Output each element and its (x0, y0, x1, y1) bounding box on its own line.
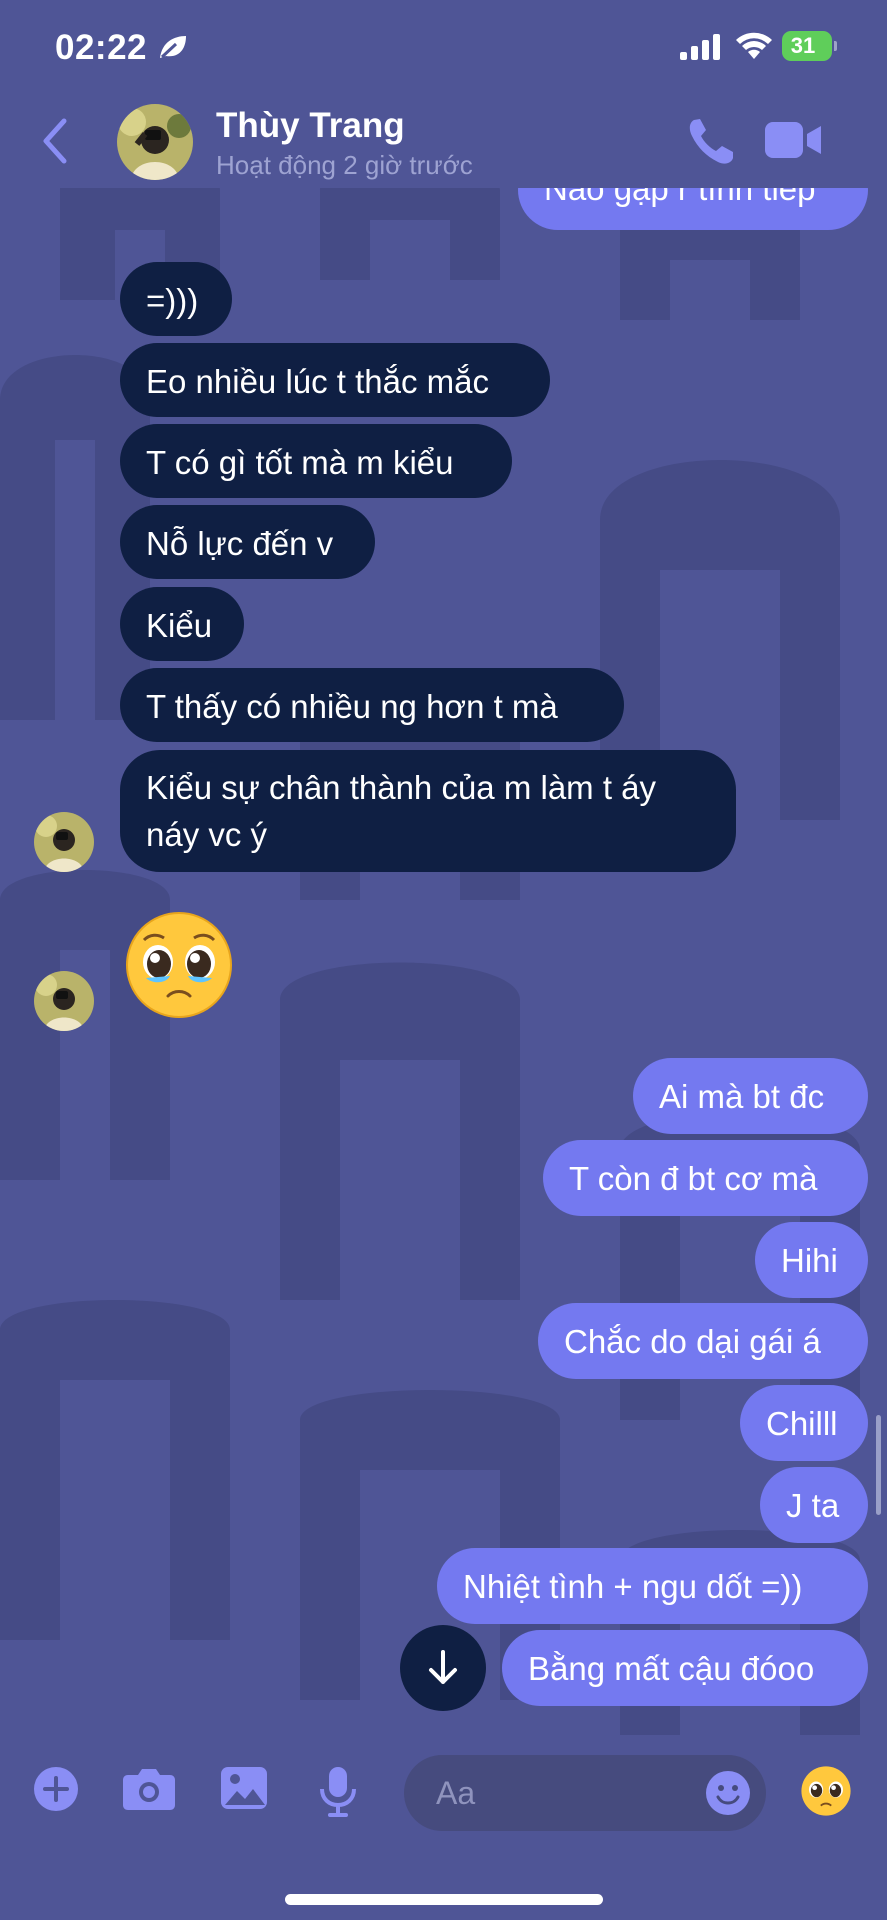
status-bar: 02:22 31 (0, 0, 887, 96)
video-camera-icon[interactable] (765, 120, 823, 160)
image-icon[interactable] (219, 1765, 269, 1811)
arrow-down-icon (429, 1650, 457, 1684)
signal-icon (680, 34, 720, 60)
incoming-message[interactable]: Nỗ lực đến v (120, 505, 375, 579)
scrollbar-thumb[interactable] (876, 1415, 881, 1515)
message-text-line-1: Kiểu sự chân thành của m làm t áy (146, 769, 657, 806)
outgoing-message[interactable]: Chilll (740, 1385, 868, 1461)
incoming-message[interactable]: T thấy có nhiều ng hơn t mà (120, 668, 624, 742)
message-text: Kiểu (146, 607, 213, 644)
wifi-icon (736, 32, 772, 59)
outgoing-message[interactable]: Ai mà bt đc (633, 1058, 868, 1134)
message-text-line-2: náy vc ý (146, 816, 268, 853)
pleading-face-emoji[interactable] (800, 1765, 852, 1817)
outgoing-message[interactable]: Nhiệt tình + ngu dốt =)) (437, 1548, 868, 1624)
contact-activity-status: Hoạt động 2 giờ trước (216, 150, 473, 180)
message-input-placeholder: Aa (436, 1775, 476, 1811)
camera-icon[interactable] (122, 1767, 176, 1811)
message-text: T có gì tốt mà m kiểu (146, 444, 454, 481)
message-text: =))) (146, 282, 199, 319)
incoming-message[interactable]: T có gì tốt mà m kiểu (120, 424, 512, 498)
message-text: Chắc do dại gái á (564, 1323, 821, 1360)
status-time: 02:22 (55, 28, 148, 67)
message-text: T còn đ bt cơ mà (569, 1160, 818, 1197)
message-text: Hihi (781, 1242, 838, 1279)
back-chevron-icon[interactable] (38, 116, 72, 166)
pleading-face-emoji[interactable] (124, 910, 234, 1020)
chat-header: Thùy Trang Hoạt động 2 giờ trước (0, 96, 887, 188)
message-input[interactable]: Aa (404, 1755, 766, 1831)
phone-icon[interactable] (686, 116, 736, 166)
incoming-message[interactable]: Kiểu sự chân thành của m làm t áy náy vc… (120, 750, 736, 872)
message-text: Ai mà bt đc (659, 1078, 825, 1115)
outgoing-message[interactable]: J ta (760, 1467, 868, 1543)
leaf-icon (160, 36, 186, 59)
outgoing-message[interactable]: Hihi (755, 1222, 868, 1298)
incoming-message[interactable]: Eo nhiều lúc t thắc mắc (120, 343, 550, 417)
sender-avatar[interactable] (34, 971, 94, 1031)
microphone-icon[interactable] (318, 1765, 358, 1819)
incoming-message[interactable]: =))) (120, 262, 232, 336)
scroll-to-bottom-button[interactable] (400, 1625, 486, 1711)
outgoing-message[interactable]: Bằng mất cậu đóoo (502, 1630, 868, 1706)
incoming-message[interactable]: Kiểu (120, 587, 244, 661)
message-text: Chilll (766, 1405, 838, 1442)
home-indicator[interactable] (285, 1894, 603, 1905)
battery-icon: 31 (782, 31, 837, 61)
contact-avatar[interactable] (117, 104, 193, 180)
message-text: T thấy có nhiều ng hơn t mà (146, 688, 558, 725)
plus-icon[interactable] (32, 1765, 80, 1813)
smiley-icon[interactable] (704, 1769, 752, 1817)
battery-level: 31 (790, 33, 816, 58)
message-text: Bằng mất cậu đóoo (528, 1650, 815, 1687)
message-text: Nhiệt tình + ngu dốt =)) (463, 1568, 803, 1605)
message-text: J ta (786, 1487, 840, 1524)
message-text: Eo nhiều lúc t thắc mắc (146, 363, 490, 400)
outgoing-message[interactable]: Chắc do dại gái á (538, 1303, 868, 1379)
sender-avatar[interactable] (34, 812, 94, 872)
contact-name[interactable]: Thùy Trang (216, 106, 405, 146)
message-composer: Aa (0, 1735, 887, 1920)
message-text: Nỗ lực đến v (146, 525, 334, 562)
outgoing-message[interactable]: T còn đ bt cơ mà (543, 1140, 868, 1216)
